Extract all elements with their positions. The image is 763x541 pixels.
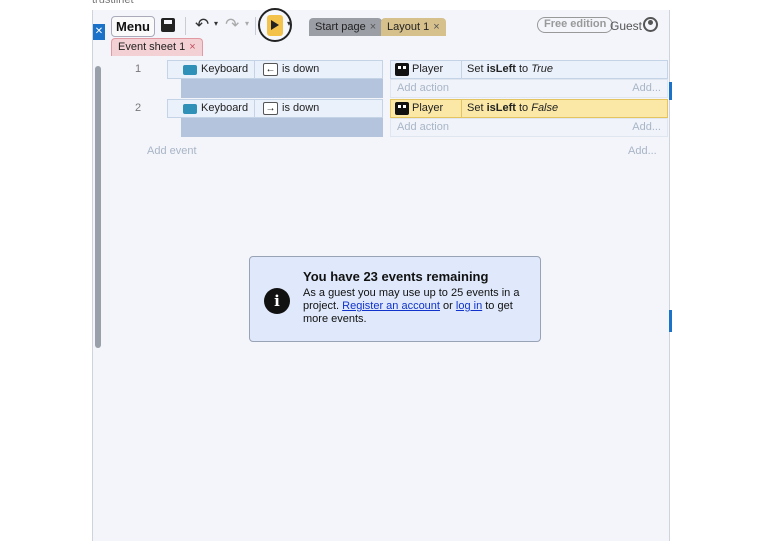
add-condition-area[interactable] [181, 118, 383, 137]
right-panel-tab[interactable] [669, 82, 672, 100]
condition-object: Keyboard [201, 102, 249, 114]
event-condition[interactable]: Keyboard → is down [167, 99, 383, 118]
redo-dropdown-icon[interactable]: ▾ [245, 19, 249, 28]
condition-text: is down [282, 102, 320, 114]
preview-play-button[interactable] [267, 15, 283, 36]
close-tab-icon[interactable]: × [433, 21, 439, 33]
event-action[interactable]: Player Set isLeft to True [390, 60, 668, 79]
screen: trustlinet ✕ Menu ↶ ▾ ↷ ▾ ▾ Start page × … [0, 0, 763, 541]
tab-label: Start page [315, 21, 366, 33]
event-condition[interactable]: Keyboard ← is down [167, 60, 383, 79]
save-icon[interactable] [161, 18, 175, 32]
action-object: Player [412, 63, 444, 75]
divider [254, 100, 255, 117]
events-remaining-notice: i You have 23 events remaining As a gues… [249, 256, 541, 342]
keyboard-icon [183, 104, 197, 114]
redo-icon[interactable]: ↷ [225, 15, 239, 35]
add-action-label[interactable]: Add action [397, 121, 449, 133]
right-arrow-key-icon: → [263, 102, 278, 115]
event-action[interactable]: Player Set isLeft to False [390, 99, 668, 118]
user-account-icon[interactable] [643, 17, 658, 32]
undo-dropdown-icon[interactable]: ▾ [214, 19, 218, 28]
toolbar-divider [185, 17, 186, 35]
divider [461, 61, 462, 78]
close-tab-icon[interactable]: × [189, 41, 195, 53]
add-condition-area[interactable] [181, 79, 383, 98]
action-text: Set isLeft to False [467, 102, 559, 114]
info-icon: i [264, 288, 290, 314]
variable-name: isLeft [486, 63, 516, 75]
condition-object: Keyboard [201, 63, 249, 75]
register-account-link[interactable]: Register an account [342, 300, 440, 312]
variable-value: False [531, 102, 559, 114]
right-panel-tab[interactable] [669, 310, 672, 332]
tab-start-page[interactable]: Start page × [309, 18, 383, 36]
add-action-short[interactable]: Add... [632, 121, 661, 133]
menu-button[interactable]: Menu [111, 16, 155, 37]
notice-body: As a guest you may use up to 25 events i… [303, 287, 520, 325]
preview-dropdown-icon[interactable]: ▾ [287, 19, 291, 28]
tab-event-sheet-1[interactable]: Event sheet 1 × [111, 38, 203, 56]
add-event-link[interactable]: Add event [147, 145, 197, 157]
action-object: Player [412, 102, 444, 114]
guest-label[interactable]: Guest [610, 19, 642, 33]
main-toolbar: Menu ↶ ▾ ↷ ▾ ▾ Start page × Layout 1 × Fre… [107, 8, 663, 42]
event-number: 2 [135, 102, 142, 114]
divider [461, 100, 462, 117]
close-panel-icon[interactable]: ✕ [93, 24, 105, 40]
keyboard-icon [183, 65, 197, 75]
add-event-short[interactable]: Add... [628, 145, 657, 157]
toolbar-divider [255, 17, 256, 35]
add-action-short[interactable]: Add... [632, 82, 661, 94]
tab-label: Event sheet 1 [118, 41, 186, 53]
event-sheet: 1 Keyboard ← is down Player Set isLeft t… [101, 56, 669, 541]
log-in-link[interactable]: log in [456, 300, 482, 312]
tab-layout-1[interactable]: Layout 1 × [381, 18, 446, 36]
divider [254, 61, 255, 78]
player-sprite-icon [395, 102, 409, 115]
left-arrow-key-icon: ← [263, 63, 278, 76]
construct-editor: ✕ Menu ↶ ▾ ↷ ▾ ▾ Start page × Layout 1 × F… [92, 8, 672, 541]
undo-icon[interactable]: ↶ [195, 15, 209, 35]
free-edition-badge[interactable]: Free edition [537, 17, 614, 33]
add-action-row[interactable]: Add action Add... [390, 118, 668, 137]
player-sprite-icon [395, 63, 409, 76]
variable-name: isLeft [486, 102, 516, 114]
add-action-label[interactable]: Add action [397, 82, 449, 94]
page-title: trustlinet [92, 0, 134, 6]
add-action-row[interactable]: Add action Add... [390, 79, 668, 98]
notice-title: You have 23 events remaining [303, 269, 489, 284]
action-text: Set isLeft to True [467, 63, 554, 75]
close-tab-icon[interactable]: × [370, 21, 376, 33]
condition-text: is down [282, 63, 320, 75]
tab-label: Layout 1 [387, 21, 430, 33]
event-number: 1 [135, 63, 142, 75]
variable-value: True [531, 63, 554, 75]
